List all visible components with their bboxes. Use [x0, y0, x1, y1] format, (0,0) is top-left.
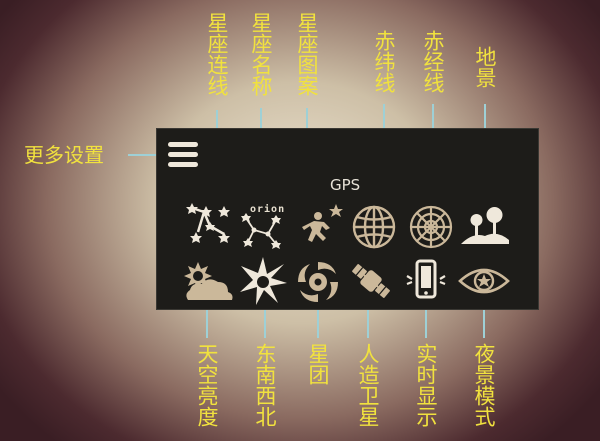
callout-sky-brightness: 天空亮度: [195, 343, 219, 427]
callout-more-settings: 更多设置: [24, 143, 104, 167]
constellation-art-icon[interactable]: [296, 202, 348, 248]
constellation-lines-icon[interactable]: [184, 202, 236, 248]
gps-label: GPS: [330, 176, 361, 194]
radial-grid-icon[interactable]: [407, 203, 455, 251]
satellite-icon[interactable]: [348, 258, 394, 304]
constellation-names-icon[interactable]: [238, 212, 286, 250]
callout-constellation-art: 星座图案: [295, 12, 319, 96]
phone-realtime-icon[interactable]: [402, 258, 450, 304]
callout-compass-points: 东南西北: [253, 343, 277, 427]
horizon-trees-icon[interactable]: [459, 204, 511, 250]
hamburger-menu-icon[interactable]: [168, 142, 198, 168]
galaxy-spiral-icon[interactable]: [294, 258, 342, 306]
callout-satellites: 人造卫星: [356, 343, 380, 427]
globe-grid-icon[interactable]: [350, 203, 398, 251]
eye-star-icon[interactable]: [458, 258, 510, 304]
callout-constellation-lines: 星座连线: [205, 12, 229, 96]
callout-ecliptic: 赤经线: [421, 30, 445, 93]
callout-night-mode: 夜景模式: [472, 343, 496, 427]
callout-equatorial-grid: 赤纬线: [372, 30, 396, 93]
sun-cloud-icon[interactable]: [182, 258, 234, 304]
callout-realtime-mode: 实时显示: [414, 343, 438, 427]
callout-horizon: 地景: [473, 46, 497, 88]
callout-constellation-names: 星座名称: [249, 12, 273, 96]
compass-star-icon[interactable]: [238, 256, 288, 306]
callout-nebulae: 星团: [306, 343, 330, 385]
